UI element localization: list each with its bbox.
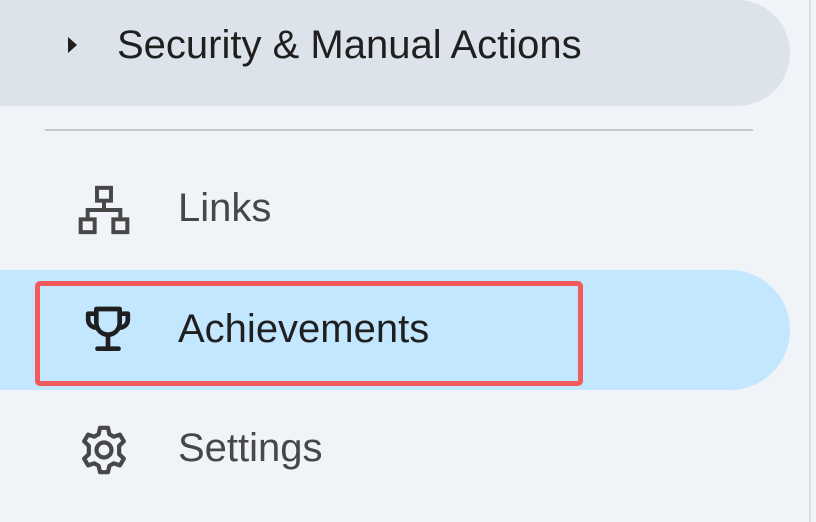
sidebar-border — [809, 0, 811, 522]
nav-section-security-manual-actions[interactable]: Security & Manual Actions — [0, 0, 790, 106]
nav-item-label: Links — [178, 186, 272, 230]
highlight-box — [35, 281, 583, 386]
nav-item-links[interactable]: Links — [0, 160, 790, 260]
sitemap-icon — [78, 185, 130, 235]
caret-right-icon — [68, 37, 77, 53]
nav-divider — [45, 129, 753, 131]
nav-item-settings[interactable]: Settings — [0, 400, 790, 500]
nav-section-label: Security & Manual Actions — [117, 23, 582, 67]
gear-icon — [82, 425, 126, 475]
nav-item-label: Settings — [178, 426, 323, 470]
